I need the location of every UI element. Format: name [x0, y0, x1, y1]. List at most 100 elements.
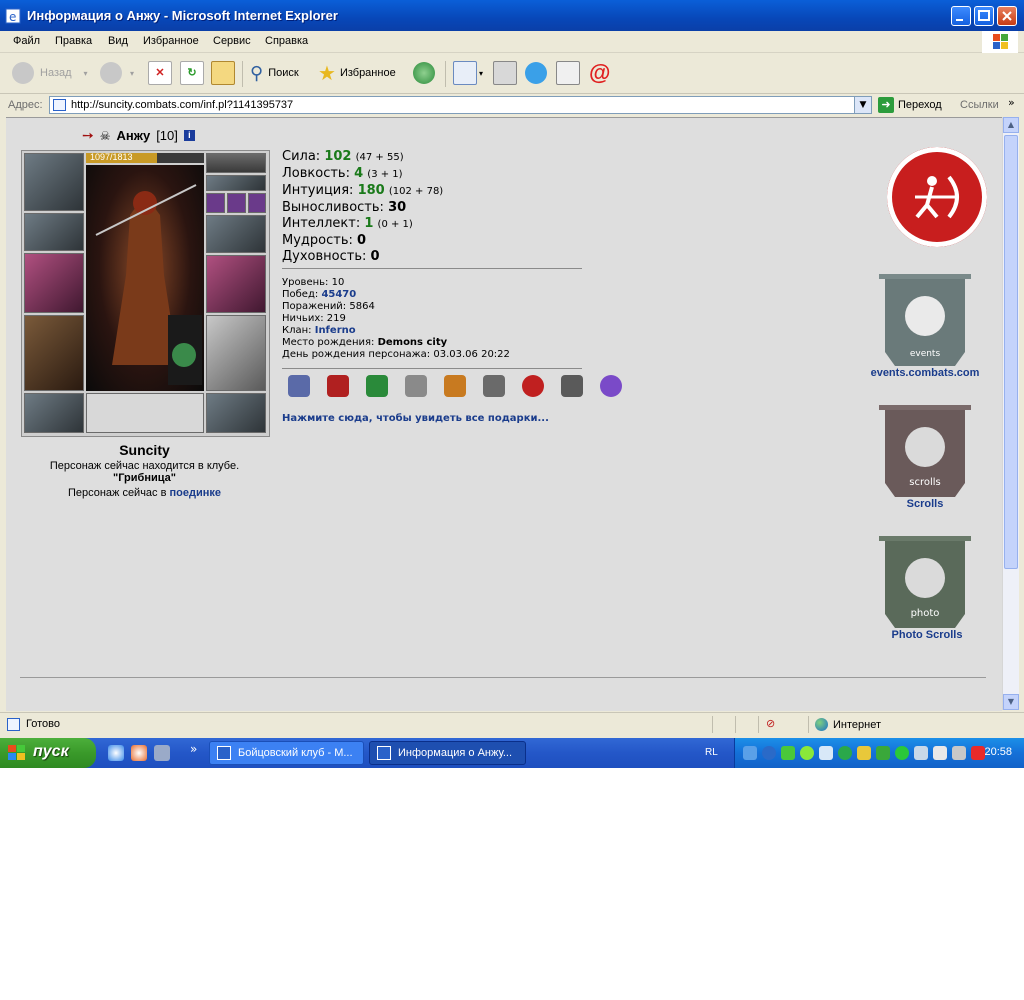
mailru-button[interactable]: @ — [589, 59, 610, 87]
tray-icon[interactable] — [857, 746, 871, 760]
tray-icon[interactable] — [781, 746, 795, 760]
bracers-slot[interactable] — [24, 213, 84, 251]
maximize-button[interactable] — [974, 6, 994, 26]
gift-icon[interactable] — [444, 375, 466, 397]
print-button[interactable] — [493, 59, 517, 87]
tray-icon[interactable] — [838, 746, 852, 760]
boots-slot[interactable] — [206, 393, 266, 433]
scrolls-banner[interactable]: scrolls — [877, 405, 973, 501]
tray-icon[interactable] — [914, 746, 928, 760]
birthplace-row: Место рождения: Demons city — [282, 337, 510, 349]
stat-row: Ловкость: 4 (3 + 1) — [282, 166, 443, 183]
events-banner-text: events — [910, 349, 941, 359]
print-icon — [493, 61, 517, 85]
gift-icon[interactable] — [405, 375, 427, 397]
title-bar[interactable]: e Информация о Анжу - Microsoft Internet… — [0, 0, 1024, 31]
forward-button[interactable]: ▾ — [100, 59, 134, 87]
gift-icon[interactable] — [288, 375, 310, 397]
network-icon[interactable] — [933, 746, 947, 760]
links-chevron-icon[interactable]: » — [1008, 96, 1015, 109]
amulet-slot[interactable] — [206, 175, 266, 191]
taskbar-item-combats[interactable]: Бойцовский клуб - M... — [209, 741, 364, 765]
scroll-thumb[interactable] — [1004, 135, 1018, 569]
mail-dropdown-icon[interactable]: ▾ — [479, 69, 483, 78]
ring-slot-3[interactable] — [248, 193, 266, 213]
gift-icon[interactable] — [522, 375, 544, 397]
forward-dropdown-icon[interactable]: ▾ — [130, 69, 134, 78]
scroll-up-icon[interactable]: ▲ — [1003, 117, 1019, 133]
gift-icon[interactable] — [327, 375, 349, 397]
language-indicator[interactable]: RL — [705, 747, 718, 758]
stop-button[interactable]: ✕ — [148, 59, 172, 87]
battle-prefix: Персонаж сейчас в — [67, 487, 167, 499]
belt-slot[interactable] — [24, 393, 84, 433]
battle-link[interactable]: поединке — [170, 487, 222, 499]
gift-icon[interactable] — [366, 375, 388, 397]
popup-blocker-icon[interactable]: ⊘ — [766, 717, 775, 730]
start-button[interactable]: пуск — [0, 738, 96, 768]
tray-icon[interactable] — [819, 746, 833, 760]
info-icon[interactable]: i — [183, 130, 195, 141]
photo-banner[interactable]: photo — [877, 536, 973, 632]
wins-value[interactable]: 45470 — [321, 289, 356, 300]
helmet-slot[interactable] — [24, 153, 84, 211]
address-dropdown-icon[interactable]: ▼ — [854, 97, 871, 113]
menu-view[interactable]: Вид — [108, 35, 128, 47]
history-button[interactable] — [413, 59, 435, 87]
discuss-button[interactable] — [556, 59, 580, 87]
level-value: 10 — [331, 277, 345, 288]
gift-icon[interactable] — [600, 375, 622, 397]
favorites-button[interactable]: ★ Избранное — [318, 59, 396, 87]
icq-icon[interactable] — [800, 746, 814, 760]
scroll-down-icon[interactable]: ▼ — [1003, 694, 1019, 710]
menu-edit[interactable]: Правка — [55, 35, 92, 47]
quicklaunch-icon[interactable] — [154, 745, 170, 761]
media-player-icon[interactable] — [108, 745, 124, 761]
menu-help[interactable]: Справка — [265, 35, 308, 47]
all-gifts-link[interactable]: Нажмите сюда, чтобы увидеть все подарки.… — [282, 413, 549, 424]
back-dropdown-icon[interactable]: ▾ — [84, 69, 88, 78]
search-button[interactable]: ⚲ Поиск — [250, 59, 299, 87]
scrolls-link[interactable]: Scrolls — [865, 498, 985, 510]
tray-icon[interactable] — [952, 746, 966, 760]
browser-icon[interactable] — [131, 745, 147, 761]
mail-button[interactable]: ▾ — [453, 59, 483, 87]
taskbar-item-info[interactable]: Информация о Анжу... — [369, 741, 526, 765]
armor-slot[interactable] — [24, 315, 84, 391]
skype-icon[interactable] — [762, 746, 776, 760]
minimize-button[interactable] — [951, 6, 971, 26]
back-button[interactable]: Назад ▾ — [12, 59, 88, 87]
menu-tools[interactable]: Сервис — [213, 35, 251, 47]
antivirus-icon[interactable] — [971, 746, 985, 760]
clan-link[interactable]: Inferno — [315, 325, 356, 336]
home-button[interactable] — [211, 59, 235, 87]
stat-label: Интуиция: — [282, 183, 354, 198]
close-button[interactable] — [997, 6, 1017, 26]
tray-icon[interactable] — [876, 746, 890, 760]
right-weapon-slot[interactable] — [206, 255, 266, 313]
gift-icon[interactable] — [561, 375, 583, 397]
photo-scrolls-link[interactable]: Photo Scrolls — [865, 629, 989, 641]
menu-favorites[interactable]: Избранное — [143, 35, 199, 47]
links-button[interactable]: Ссылки — [960, 99, 999, 111]
left-weapon-slot[interactable] — [24, 253, 84, 313]
menu-file[interactable]: Файл — [13, 35, 40, 47]
vertical-scrollbar[interactable]: ▲ ▼ — [1002, 117, 1019, 710]
stat-row: Интуиция: 180 (102 + 78) — [282, 183, 443, 200]
gloves-slot[interactable] — [206, 215, 266, 253]
earrings-slot[interactable] — [206, 153, 266, 173]
address-input[interactable]: http://suncity.combats.com/inf.pl?114139… — [49, 96, 872, 114]
quicklaunch-chevron-icon[interactable]: » — [190, 742, 197, 756]
refresh-button[interactable]: ↻ — [180, 59, 204, 87]
events-banner[interactable]: events — [877, 274, 973, 370]
tray-icon[interactable] — [895, 746, 909, 760]
gift-icon[interactable] — [483, 375, 505, 397]
events-link[interactable]: events.combats.com — [865, 367, 985, 379]
ring-slot-2[interactable] — [227, 193, 246, 213]
tray-icon[interactable] — [743, 746, 757, 760]
go-button[interactable]: ➜ Переход — [878, 97, 942, 113]
leggings-slot[interactable] — [206, 315, 266, 391]
address-url[interactable]: http://suncity.combats.com/inf.pl?114139… — [71, 99, 293, 111]
messenger-button[interactable] — [525, 59, 547, 87]
ring-slot-1[interactable] — [206, 193, 225, 213]
